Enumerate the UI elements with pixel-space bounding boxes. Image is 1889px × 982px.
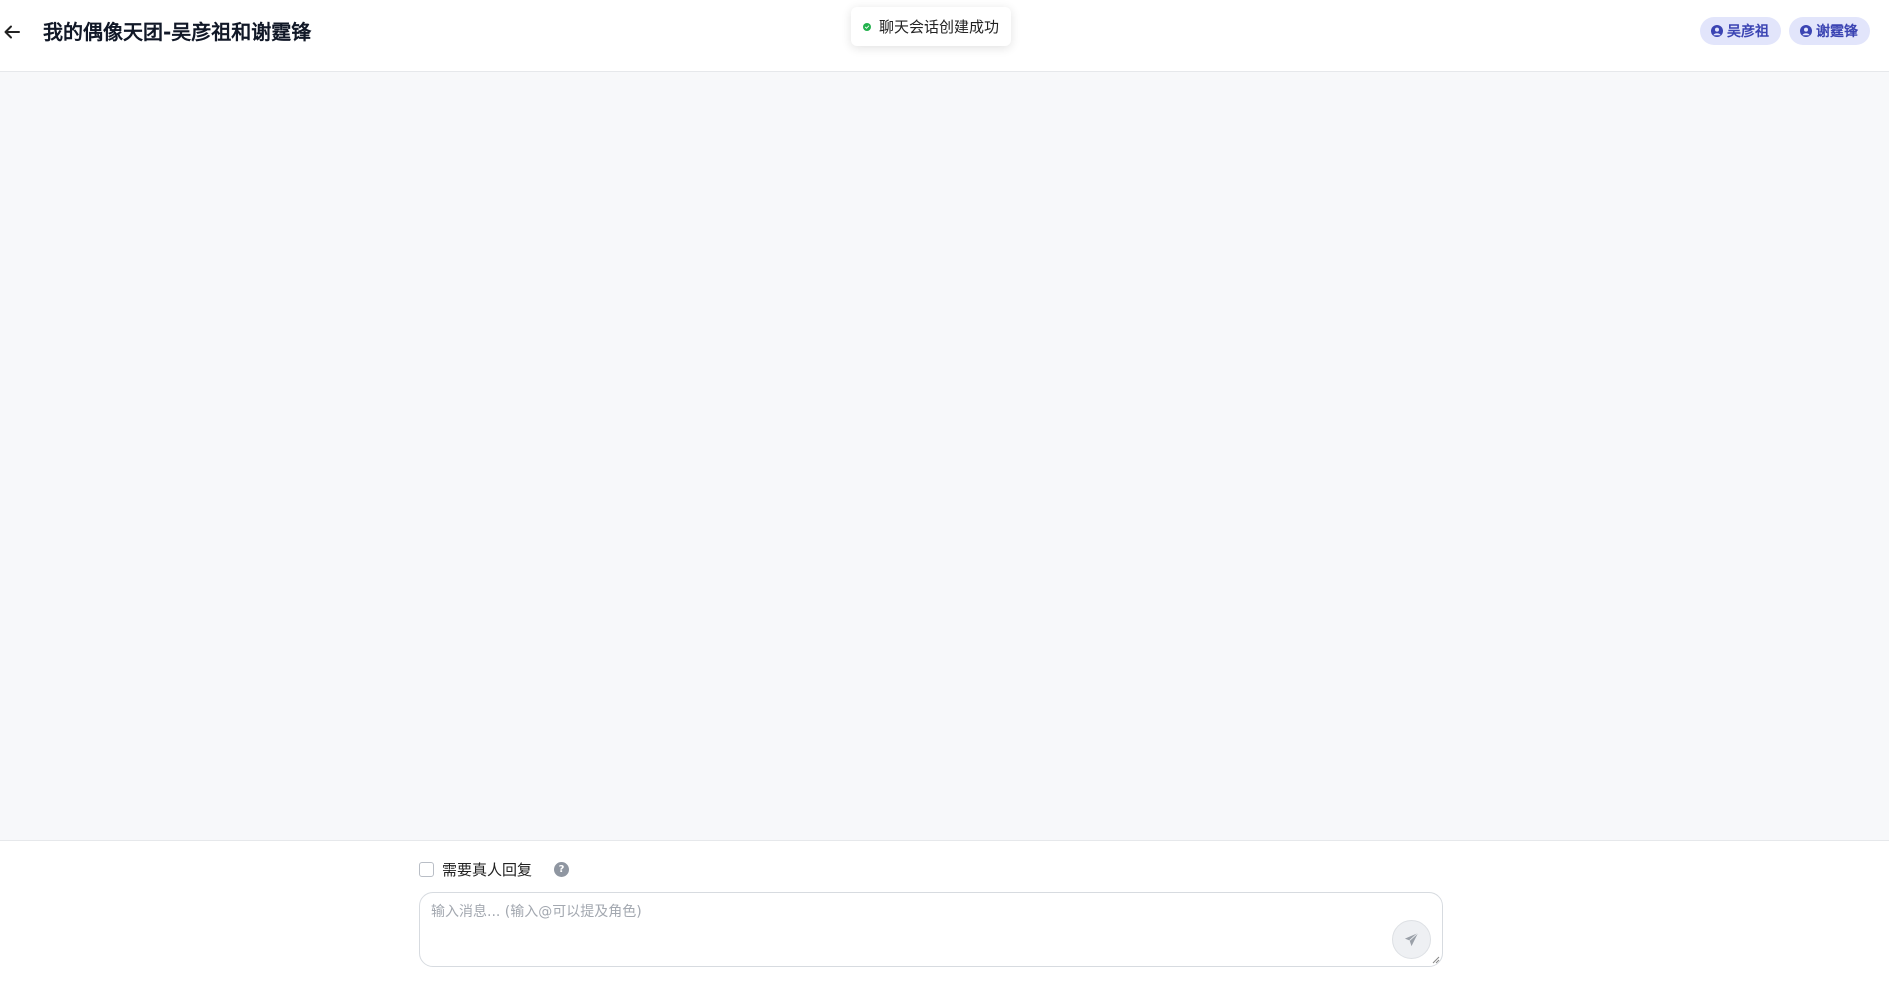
paper-plane-icon [1404,932,1419,947]
member-chip-label: 谢霆锋 [1816,24,1858,40]
member-chip-2[interactable]: 谢霆锋 [1789,17,1870,45]
toast-message: 聊天会话创建成功 [878,18,999,36]
human-reply-label[interactable]: 需要真人回复 [442,859,532,880]
question-circle-icon[interactable]: ? [554,862,570,877]
message-list[interactable] [0,72,1889,840]
send-button[interactable] [1392,920,1431,959]
check-circle-icon [863,22,871,31]
member-chip-1[interactable]: 吴彦祖 [1700,17,1781,45]
composer: 需要真人回复 ? [0,840,1889,982]
human-reply-checkbox[interactable] [419,862,434,877]
page-title: 我的偶像天团-吴彦祖和谢霆锋 [43,20,312,44]
arrow-left-icon [4,25,20,39]
member-chip-label: 吴彦祖 [1727,24,1769,40]
user-circle-icon [1800,25,1812,37]
message-input[interactable] [420,893,1442,966]
member-chips: 吴彦祖 谢霆锋 [1700,17,1870,45]
resize-handle-icon[interactable] [1432,956,1440,964]
back-button[interactable] [0,18,24,46]
success-toast: 聊天会话创建成功 [851,7,1011,46]
message-input-wrapper [419,892,1443,967]
human-reply-row: 需要真人回复 ? [419,859,570,880]
user-circle-icon [1711,25,1723,37]
